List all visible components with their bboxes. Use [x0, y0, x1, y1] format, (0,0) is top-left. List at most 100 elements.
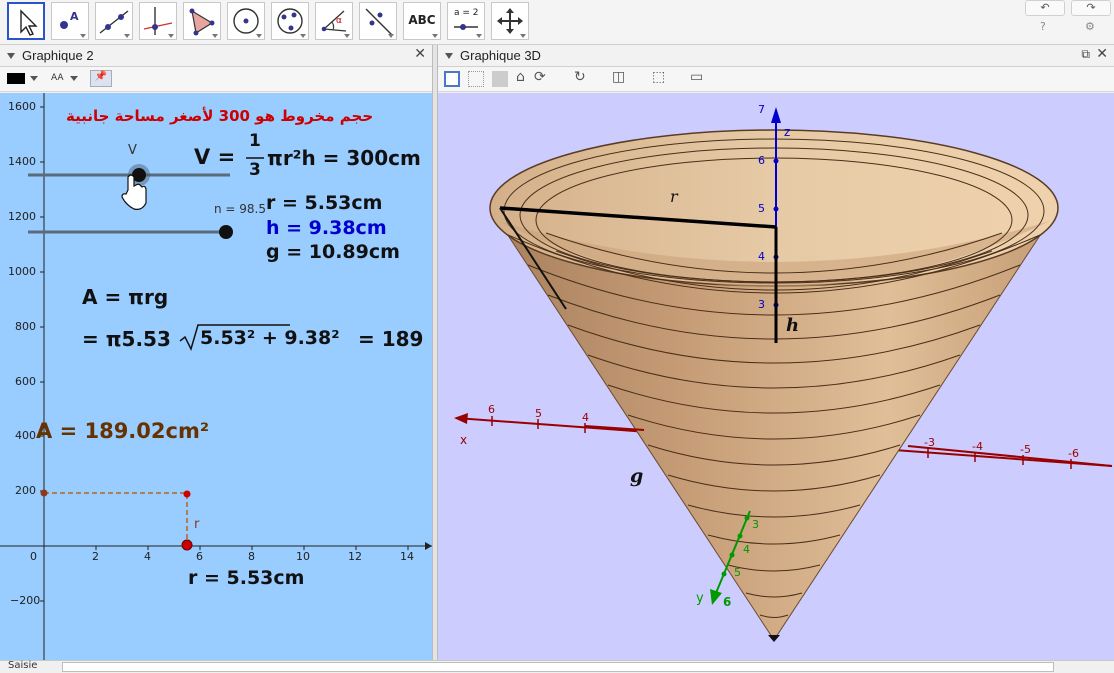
close-icon[interactable]: ✕	[414, 46, 426, 62]
x-tick-label-3d: 5	[535, 407, 542, 420]
y-tick-label: 1000	[8, 265, 36, 278]
y-tick-label: 800	[15, 320, 36, 333]
y-tick-label: 200	[15, 484, 36, 497]
close-icon[interactable]: ✕	[1096, 46, 1108, 62]
y-tick-label: 600	[15, 375, 36, 388]
y-tick-label-3d: 6	[723, 595, 732, 609]
pin-icon[interactable]: 📌	[90, 70, 112, 87]
text-size-icon[interactable]: AA	[51, 73, 64, 83]
y-tick-label: 1600	[8, 100, 36, 113]
undo-icon: ↶	[1040, 1, 1050, 14]
help-icon[interactable]: ?	[1040, 20, 1046, 33]
x-axis-name: x	[460, 433, 468, 447]
slider-v-label: V	[128, 143, 137, 158]
y-tick-label-3d: 5	[734, 566, 741, 579]
graphics3d-stylebar: ⌂ ⟳ ↻ ◫ ⬚ ▭	[438, 67, 1114, 92]
graphics2-view[interactable]: 1600 1400 1200 1000 800 600 400 200 0 −2…	[0, 93, 432, 660]
x-tick-label-3d: -4	[972, 440, 983, 453]
animate-rotation-icon[interactable]: ↻	[574, 69, 586, 85]
slider-n-knob[interactable]	[219, 225, 233, 239]
y-tick-label-3d: 4	[743, 543, 750, 556]
text-size-dropdown-icon[interactable]	[70, 76, 78, 81]
point-tool-button[interactable]: A	[51, 2, 89, 40]
graphics3d-canvas	[454, 107, 1113, 642]
x-tick-label: 12	[348, 550, 362, 563]
formula-v-rhs: πr²h = 300cm	[267, 146, 421, 170]
x-axis-arrow	[454, 413, 468, 424]
x-axis-arrow	[425, 542, 432, 550]
text-tool-label: ABC	[408, 13, 436, 27]
x-tick-label-3d: 6	[488, 403, 495, 416]
z-tick-label-3d: 6	[758, 154, 765, 167]
x-tick-label-3d: 4	[582, 411, 589, 424]
x-tick-label: 10	[296, 550, 310, 563]
x-tick-label-3d: -3	[924, 436, 935, 449]
svg-text:α: α	[336, 16, 342, 26]
input-field[interactable]	[62, 662, 1054, 672]
circle-tool-button[interactable]	[227, 2, 265, 40]
point-r-a[interactable]	[183, 490, 191, 498]
r-value-text: r = 5.53cm	[266, 192, 383, 214]
z-tick-label-3d: 7	[758, 103, 765, 116]
area-expand-post: = 189	[358, 327, 424, 351]
y-tick-label: 1400	[8, 155, 36, 168]
graphics3d-header: Graphique 3D ⧉ ✕	[438, 45, 1114, 67]
redo-button[interactable]: ↷	[1071, 0, 1111, 16]
color-dropdown-icon[interactable]	[30, 76, 38, 81]
view-direction-icon[interactable]: ◫	[612, 69, 625, 85]
undo-button[interactable]: ↶	[1025, 0, 1065, 16]
plane-toggle-icon[interactable]	[492, 71, 508, 87]
point-r-on-x-axis[interactable]	[181, 539, 193, 551]
y-tick-label: 1200	[8, 210, 36, 223]
rotate-view-icon[interactable]: ⟳	[534, 69, 546, 85]
y-axis-arrow	[710, 589, 722, 605]
settings-gear-icon[interactable]: ⚙	[1085, 20, 1095, 33]
projection-icon[interactable]: ▭	[690, 69, 703, 85]
collapse-triangle-icon[interactable]	[7, 53, 15, 59]
y-tick-label: 400	[15, 429, 36, 442]
formula-v-frac-num: 1	[249, 131, 261, 151]
x-tick-label-3d: -6	[1068, 447, 1079, 460]
collapse-triangle-icon[interactable]	[445, 53, 453, 59]
cone-apex	[768, 635, 780, 642]
bottom-r-text: r = 5.53cm	[188, 567, 305, 589]
area-expand-pre: = π5.53	[82, 327, 171, 351]
axes-toggle-icon[interactable]	[444, 71, 460, 87]
grid-toggle-icon[interactable]	[468, 71, 484, 87]
reflect-tool-button[interactable]	[359, 2, 397, 40]
home-icon[interactable]: ⌂	[516, 69, 525, 85]
origin-label: 0	[30, 550, 37, 563]
x-tick-label: 4	[144, 550, 151, 563]
z-tick-label-3d: 5	[758, 202, 765, 215]
graphics2-header: Graphique 2 ✕	[0, 45, 432, 67]
y-axis-ticks	[40, 106, 44, 602]
z-axis-arrow	[771, 107, 781, 123]
point-a-on-y-axis[interactable]	[40, 489, 48, 497]
clipping-icon[interactable]: ⬚	[652, 69, 665, 85]
move-tool-button[interactable]	[7, 2, 45, 40]
y-axis-name: y	[696, 591, 704, 606]
x-tick-label-3d: -5	[1020, 443, 1031, 456]
perpendicular-line-tool-button[interactable]	[139, 2, 177, 40]
polygon-tool-button[interactable]	[183, 2, 221, 40]
graphics3d-view[interactable]: r h g z x y 6 5 4 -3 -4 -5 -6 7 6 5 4 3 …	[438, 93, 1114, 660]
conic-tool-button[interactable]	[271, 2, 309, 40]
svg-text:A: A	[70, 10, 79, 23]
color-swatch[interactable]	[7, 73, 25, 84]
angle-tool-button[interactable]: α	[315, 2, 353, 40]
formula-v-frac-den: 3	[249, 160, 261, 180]
point-r-label: r	[194, 517, 200, 532]
x-tick-label: 8	[248, 550, 255, 563]
line-tool-button[interactable]	[95, 2, 133, 40]
maximize-icon[interactable]: ⧉	[1081, 47, 1090, 62]
slider-tool-button[interactable]: a = 2	[447, 2, 485, 40]
x-tick-label: 2	[92, 550, 99, 563]
y-tick-label: −200	[10, 594, 41, 607]
graphics3d-title: Graphique 3D	[460, 48, 541, 63]
graphics2-stylebar: AA 📌	[0, 67, 432, 92]
z-axis-name: z	[784, 125, 791, 139]
g-value-text: g = 10.89cm	[266, 241, 400, 263]
move-view-tool-button[interactable]	[491, 2, 529, 40]
area-formula: A = πrg	[82, 285, 169, 309]
text-tool-button[interactable]: ABC	[403, 2, 441, 40]
